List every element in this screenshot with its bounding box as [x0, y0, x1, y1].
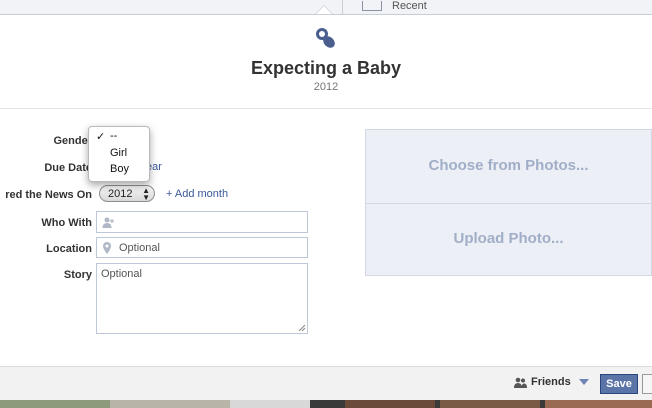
- story-placeholder: Optional: [101, 268, 142, 280]
- header-divider: [0, 108, 652, 109]
- pacifier-icon: [316, 28, 335, 48]
- upload-photo-button[interactable]: Upload Photo...: [366, 230, 651, 247]
- who-with-label: Who With: [41, 217, 92, 229]
- checkmark-icon: ✓: [96, 131, 106, 143]
- shared-year-value: 2012: [108, 188, 133, 200]
- who-with-input[interactable]: [96, 211, 308, 233]
- add-person-icon: [102, 217, 114, 228]
- gender-option-boy[interactable]: Boy: [110, 163, 129, 175]
- gender-option-girl[interactable]: Girl: [110, 147, 127, 159]
- top-divider: [342, 0, 343, 14]
- audience-label: Friends: [531, 376, 571, 388]
- gender-label: Gender: [53, 135, 92, 147]
- shared-news-label: red the News On: [5, 189, 92, 201]
- background-photo-strip: [0, 400, 652, 408]
- story-textarea[interactable]: Optional: [96, 263, 308, 334]
- event-title: Expecting a Baby: [250, 58, 402, 78]
- gender-dropdown[interactable]: ✓ -- Girl Boy: [88, 126, 150, 182]
- chevron-down-icon: [578, 379, 589, 385]
- pointer-notch: [316, 6, 332, 14]
- gender-option-none[interactable]: --: [110, 130, 117, 142]
- location-input[interactable]: Optional: [96, 237, 308, 258]
- resize-handle-icon[interactable]: [298, 324, 306, 332]
- save-button[interactable]: Save: [600, 374, 638, 394]
- choose-from-photos-button[interactable]: Choose from Photos...: [366, 157, 651, 174]
- stepper-arrows-icon: ▲ ▼: [142, 186, 150, 202]
- photo-panel: Choose from Photos... Upload Photo...: [365, 129, 652, 276]
- audience-selector[interactable]: Friends: [514, 376, 589, 388]
- friends-icon: [514, 377, 527, 388]
- location-label: Location: [46, 243, 92, 255]
- location-pin-icon: [103, 242, 111, 254]
- recent-icon: [362, 1, 382, 11]
- event-year: 2012: [313, 81, 339, 93]
- shared-year-select[interactable]: 2012 ▲ ▼: [99, 185, 155, 202]
- photo-panel-divider: [366, 203, 652, 204]
- cancel-button[interactable]: [642, 374, 652, 394]
- due-date-label: Due Date: [44, 162, 92, 174]
- recent-tab[interactable]: Recent: [362, 0, 427, 14]
- add-month-link[interactable]: + Add month: [166, 188, 228, 200]
- location-placeholder: Optional: [119, 242, 160, 254]
- recent-label: Recent: [392, 0, 427, 12]
- story-label: Story: [63, 269, 92, 281]
